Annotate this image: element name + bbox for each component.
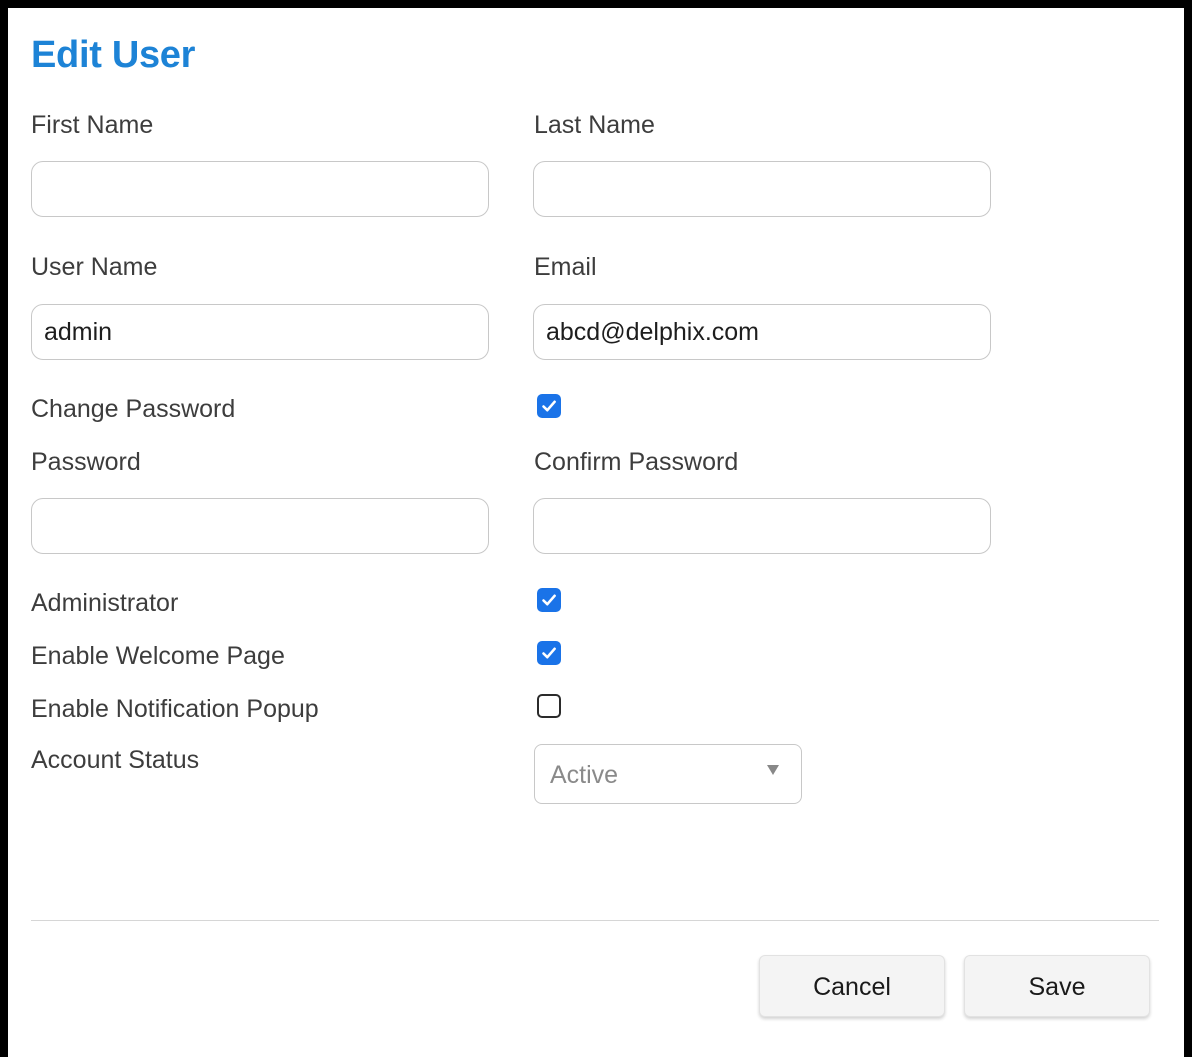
enable-welcome-page-checkbox[interactable] — [537, 641, 561, 665]
confirm-password-label: Confirm Password — [534, 448, 739, 476]
checkmark-icon — [542, 594, 556, 606]
enable-welcome-page-label: Enable Welcome Page — [31, 642, 285, 670]
cancel-button[interactable]: Cancel — [759, 955, 945, 1017]
account-status-label: Account Status — [31, 746, 200, 774]
enable-notification-popup-checkbox[interactable] — [537, 694, 561, 718]
checkmark-icon — [542, 647, 556, 659]
email-label: Email — [534, 253, 597, 281]
checkmark-icon — [542, 400, 556, 412]
account-status-value: Active — [550, 761, 619, 789]
last-name-input[interactable] — [533, 161, 991, 217]
password-label: Password — [31, 448, 141, 476]
first-name-input[interactable] — [31, 161, 489, 217]
confirm-password-input[interactable] — [533, 498, 991, 554]
dropdown-arrow-icon — [767, 765, 779, 775]
administrator-label: Administrator — [31, 589, 179, 617]
enable-notification-popup-label: Enable Notification Popup — [31, 695, 319, 723]
email-input[interactable] — [533, 304, 991, 360]
first-name-label: First Name — [31, 111, 154, 139]
dialog-title: Edit User — [31, 34, 196, 76]
user-name-label: User Name — [31, 253, 158, 281]
change-password-label: Change Password — [31, 395, 236, 423]
last-name-label: Last Name — [534, 111, 655, 139]
footer-divider — [31, 920, 1159, 921]
user-name-input[interactable] — [31, 304, 489, 360]
account-status-select[interactable]: Active — [534, 744, 802, 804]
save-button[interactable]: Save — [964, 955, 1150, 1017]
administrator-checkbox[interactable] — [537, 588, 561, 612]
password-input[interactable] — [31, 498, 489, 554]
change-password-checkbox[interactable] — [537, 394, 561, 418]
